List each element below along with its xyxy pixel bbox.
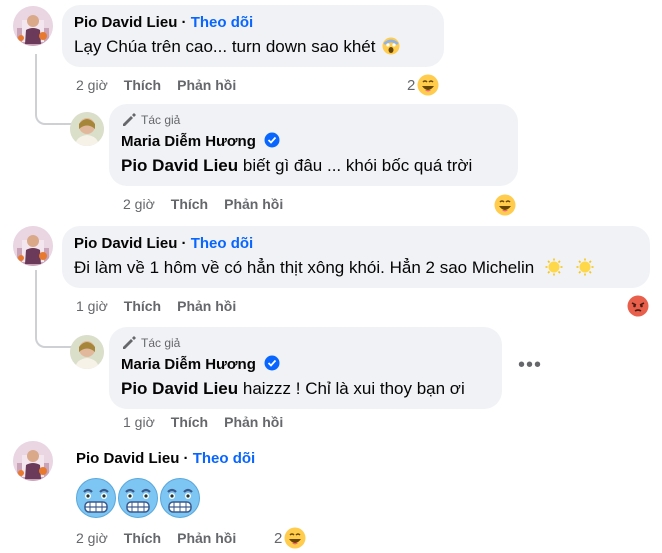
pen-icon (123, 336, 136, 349)
comment-actions: 1 giờ Thích Phản hồi (76, 298, 236, 314)
separator-dot: · (181, 235, 191, 252)
avatar-image (13, 226, 53, 266)
thread-line (35, 54, 71, 125)
avatar-image (13, 6, 53, 46)
author-tag-label: Tác giả (141, 336, 181, 350)
reply-actions: 1 giờ Thích Phản hồi (123, 414, 283, 430)
like-button[interactable]: Thích (124, 530, 161, 546)
mention-link[interactable]: Pio David Lieu (121, 379, 238, 398)
author-name[interactable]: Pio David Lieu (76, 450, 179, 467)
fearful-face-icon (382, 37, 400, 55)
avatar[interactable] (70, 335, 104, 369)
separator-dot: · (183, 450, 193, 467)
reaction-summary[interactable] (494, 194, 516, 216)
comment-actions: 2 giờ Thích Phản hồi (76, 77, 236, 93)
author-tag: Tác giả (121, 112, 506, 128)
avatar[interactable] (70, 112, 104, 146)
timestamp[interactable]: 2 giờ (76, 530, 108, 546)
author-name[interactable]: Maria Diễm Hương (121, 133, 256, 150)
reply-bubble: Tác giả Maria Diễm Hương Pio David Lieu … (109, 104, 518, 186)
like-button[interactable]: Thích (171, 414, 208, 430)
comment-actions: 2 giờ Thích Phản hồi (76, 530, 236, 546)
reply-button[interactable]: Phản hồi (224, 414, 283, 430)
comment-text-row: Đi làm về 1 hôm về có hẳn thịt xông khói… (74, 257, 638, 279)
reply-button[interactable]: Phản hồi (177, 77, 236, 93)
cold-face-icon (160, 478, 200, 518)
comment-text: Lạy Chúa trên cao... turn down sao khét (74, 37, 376, 56)
sun-icon (544, 257, 564, 277)
more-options-icon[interactable]: ••• (518, 354, 542, 377)
verified-badge-icon (264, 355, 281, 371)
comment-text: Đi làm về 1 hôm về có hẳn thịt xông khói… (74, 258, 535, 277)
cold-face-icon (76, 478, 116, 518)
reaction-count: 2 (274, 529, 283, 547)
reply-button[interactable]: Phản hồi (177, 298, 236, 314)
timestamp[interactable]: 1 giờ (76, 298, 108, 314)
follow-button[interactable]: Theo dõi (191, 14, 254, 31)
reply-header: Maria Diễm Hương (121, 132, 506, 151)
author-name[interactable]: Pio David Lieu (74, 235, 177, 252)
comment-header: Pio David Lieu · Theo dõi (76, 449, 255, 468)
reply-actions: 2 giờ Thích Phản hồi (123, 196, 283, 212)
separator-dot: · (181, 14, 191, 31)
follow-button[interactable]: Theo dõi (193, 450, 256, 467)
laughing-face-icon (494, 194, 516, 216)
pen-icon (123, 113, 136, 126)
sun-icon (575, 257, 594, 277)
avatar[interactable] (13, 441, 53, 481)
avatar[interactable] (13, 6, 53, 46)
reaction-summary[interactable]: 2 (407, 74, 440, 96)
author-name[interactable]: Pio David Lieu (74, 14, 177, 31)
comment-block: Pio David Lieu · Theo dõi (76, 449, 255, 518)
reaction-summary[interactable] (627, 295, 649, 317)
emoji-only-content (76, 478, 255, 518)
reply-text: biết gì đâu ... khói bốc quá trời (238, 156, 473, 175)
timestamp[interactable]: 2 giờ (123, 196, 155, 212)
like-button[interactable]: Thích (124, 77, 161, 93)
reply-text: haizzz ! Chỉ là xui thoy bạn ơi (238, 379, 465, 398)
reply-button[interactable]: Phản hồi (224, 196, 283, 212)
author-tag-label: Tác giả (141, 113, 181, 127)
avatar-image (70, 112, 104, 146)
author-tag: Tác giả (121, 335, 490, 351)
avatar[interactable] (13, 226, 53, 266)
reply-header: Maria Diễm Hương (121, 355, 490, 374)
follow-button[interactable]: Theo dõi (191, 235, 254, 252)
like-button[interactable]: Thích (124, 298, 161, 314)
comment-header: Pio David Lieu · Theo dõi (74, 234, 638, 253)
reply-button[interactable]: Phản hồi (177, 530, 236, 546)
comment-header: Pio David Lieu · Theo dõi (74, 13, 432, 32)
laughing-face-icon (417, 74, 440, 96)
comment-bubble: Pio David Lieu · Theo dõi Đi làm về 1 hô… (62, 226, 650, 288)
reaction-summary[interactable]: 2 (274, 527, 307, 549)
laughing-face-icon (284, 527, 307, 549)
avatar-image (70, 335, 104, 369)
timestamp[interactable]: 2 giờ (76, 77, 108, 93)
reply-text-row: Pio David Lieu haizzz ! Chỉ là xui thoy … (121, 378, 490, 400)
reply-text-row: Pio David Lieu biết gì đâu ... khói bốc … (121, 155, 506, 177)
reaction-count: 2 (407, 76, 416, 94)
author-name[interactable]: Maria Diễm Hương (121, 356, 256, 373)
angry-face-icon (627, 295, 649, 317)
cold-face-icon (118, 478, 158, 518)
avatar-image (13, 441, 53, 481)
mention-link[interactable]: Pio David Lieu (121, 156, 238, 175)
verified-badge-icon (264, 132, 281, 148)
reply-bubble: Tác giả Maria Diễm Hương Pio David Lieu … (109, 327, 502, 409)
timestamp[interactable]: 1 giờ (123, 414, 155, 430)
comment-text-row: Lạy Chúa trên cao... turn down sao khét (74, 36, 432, 58)
comment-bubble: Pio David Lieu · Theo dõi Lạy Chúa trên … (62, 5, 444, 67)
like-button[interactable]: Thích (171, 196, 208, 212)
